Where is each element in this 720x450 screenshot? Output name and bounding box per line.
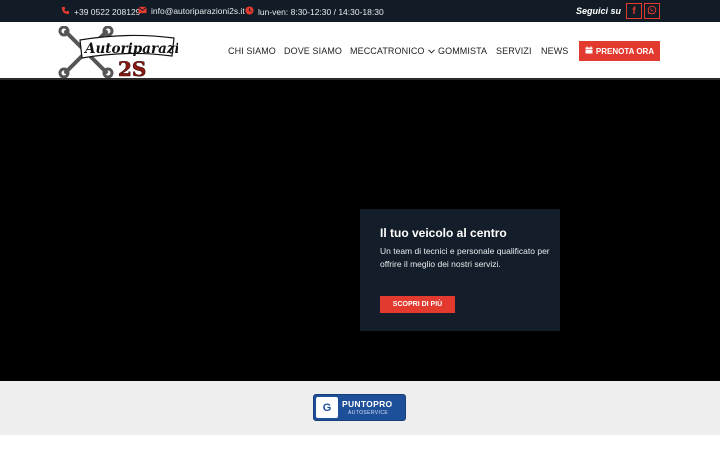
hero-card: Il tuo veicolo al centro Un team di tecn…	[360, 209, 560, 331]
whatsapp-link[interactable]	[644, 3, 660, 19]
hero-title: Il tuo veicolo al centro	[380, 226, 507, 240]
top-bar: +39 0522 208129 info@autoriparazioni2s.i…	[0, 0, 720, 22]
opening-hours: lun-ven: 8:30-12:30 / 14:30-18:30	[244, 6, 384, 17]
partner-strip: G PUNTOPRO AUTOSERVICE	[0, 381, 720, 435]
nav-gommista[interactable]: GOMMISTA	[438, 46, 487, 56]
nav-chi-siamo[interactable]: CHI SIAMO	[228, 46, 276, 56]
email-address: info@autoriparazioni2s.it	[151, 6, 245, 16]
phone-icon	[60, 6, 70, 17]
footer-strip	[0, 435, 720, 450]
partner-sub: AUTOSERVICE	[348, 410, 389, 416]
site-logo[interactable]: Autoriparazioni 2S	[58, 25, 204, 81]
book-now-button[interactable]: PRENOTA ORA	[579, 41, 660, 61]
whatsapp-icon	[647, 5, 657, 17]
calendar-icon	[585, 46, 593, 56]
nav-news[interactable]: NEWS	[541, 46, 568, 56]
facebook-icon: f	[632, 5, 636, 17]
clock-icon	[244, 6, 254, 17]
hero-section: Il tuo veicolo al centro Un team di tecn…	[0, 80, 720, 381]
svg-text:2S: 2S	[118, 57, 146, 78]
puntopro-logo[interactable]: G PUNTOPRO AUTOSERVICE	[313, 394, 406, 421]
nav-servizi[interactable]: SERVIZI	[496, 46, 532, 56]
nav-dove-siamo[interactable]: DOVE SIAMO	[284, 46, 342, 56]
phone-contact[interactable]: +39 0522 208129	[60, 6, 140, 17]
discover-more-button[interactable]: SCOPRI DI PIÙ	[380, 296, 455, 313]
chevron-down-icon	[427, 46, 435, 56]
mail-icon	[137, 6, 147, 16]
phone-number: +39 0522 208129	[74, 6, 141, 17]
facebook-link[interactable]: f	[626, 3, 642, 19]
hours-text: lun-ven: 8:30-12:30 / 14:30-18:30	[258, 6, 384, 17]
svg-text:Autoriparazioni: Autoriparazioni	[83, 41, 178, 57]
site-header: Autoriparazioni 2S CHI SIAMO DOVE SIAMO …	[0, 22, 720, 81]
nav-meccatronico-label: MECCATRONICO	[350, 46, 425, 56]
hero-text: Un team di tecnici e personale qualifica…	[380, 246, 550, 269]
email-contact[interactable]: info@autoriparazioni2s.it	[137, 6, 245, 16]
book-now-label: PRENOTA ORA	[595, 46, 655, 56]
nav-meccatronico[interactable]: MECCATRONICO	[350, 46, 435, 56]
group-mark: G	[316, 397, 338, 418]
partner-brand: PUNTOPRO	[342, 399, 393, 409]
follow-label: Seguici su	[576, 6, 622, 16]
